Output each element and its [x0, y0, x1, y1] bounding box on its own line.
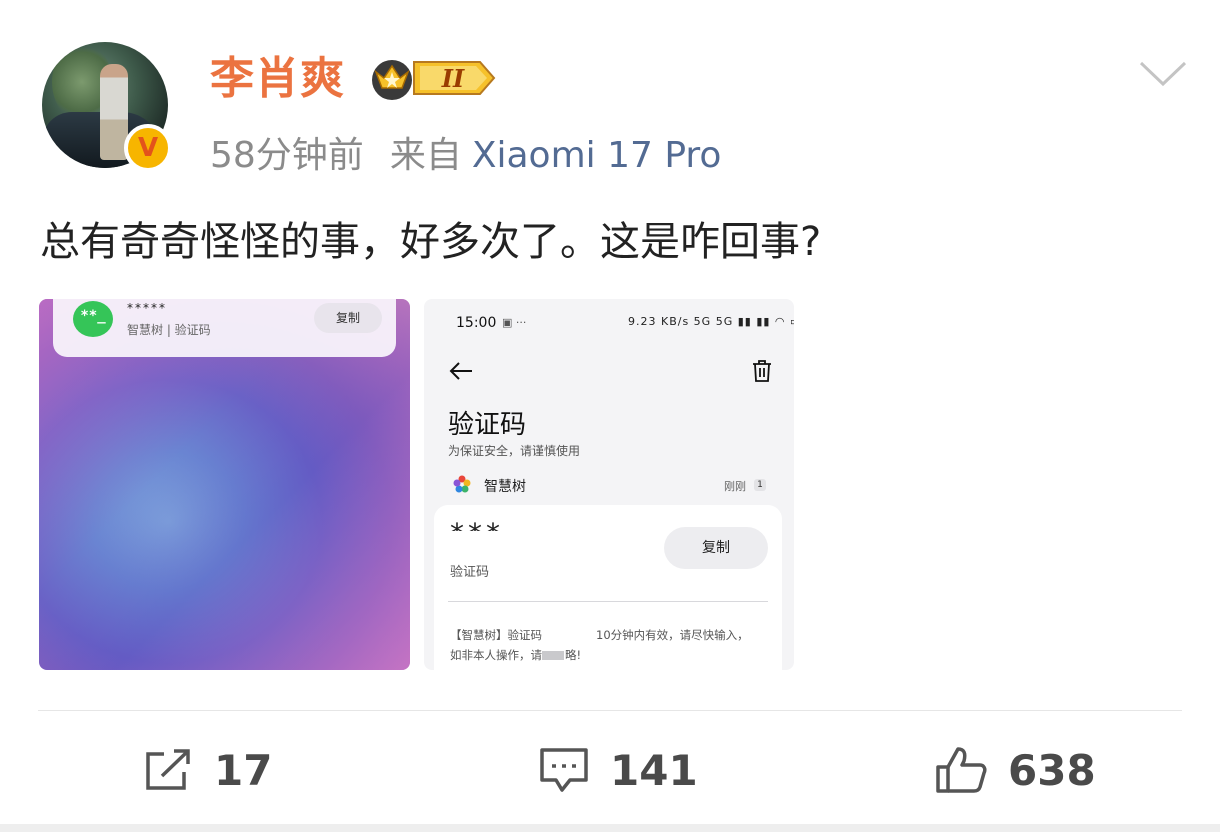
comment-icon	[540, 748, 588, 792]
back-arrow-icon	[449, 362, 472, 380]
vip-crown-icon[interactable]: II	[370, 54, 496, 102]
message-count: 1	[754, 479, 766, 491]
trash-icon	[753, 360, 771, 382]
username[interactable]: 李肖爽	[210, 52, 345, 106]
repost-icon	[146, 749, 190, 790]
comment-button[interactable]: 141	[538, 740, 698, 800]
chevron-down-icon[interactable]	[1138, 58, 1188, 90]
screen-title: 验证码	[448, 410, 527, 440]
post-time: 58分钟前	[210, 135, 364, 176]
post-image-1[interactable]: **_ ***** 智慧树 | 验证码 复制	[39, 299, 410, 670]
notification-subtitle: 智慧树 | 验证码	[127, 323, 211, 337]
repost-button[interactable]: 17	[144, 740, 272, 800]
code-card: *** 验证码 复制 【智慧树】验证码10分钟内有效，请尽快输入， 如非本人操作…	[434, 505, 782, 670]
notification-sender: *****	[127, 301, 167, 315]
status-bar-icons: 9.23 KB/s 5G 5G ▮▮ ▮▮ ◠ ▭	[628, 315, 794, 328]
notification-copy-button: 复制	[314, 303, 382, 333]
status-notification-icons: ▣ ···	[502, 316, 527, 329]
post-meta: 58分钟前 来自 Xiaomi 17 Pro	[210, 134, 721, 178]
verified-badge-icon: V	[124, 124, 172, 172]
verification-code: ***	[450, 517, 504, 531]
sms-message: 【智慧树】验证码 10分钟内有效，请尽快输入， 如非本人操作，请 略!	[450, 628, 749, 662]
copy-code-button: 复制	[664, 527, 768, 569]
like-button[interactable]: 638	[934, 740, 1096, 800]
repost-count: 17	[214, 745, 273, 795]
device-link[interactable]: Xiaomi 17 Pro	[472, 135, 722, 176]
post-text: 总有奇奇怪怪的事，好多次了。这是咋回事?	[40, 219, 822, 265]
post-image-2[interactable]: 15:00 ▣ ··· 9.23 KB/s 5G 5G ▮▮ ▮▮ ◠ ▭ 验证…	[424, 299, 794, 670]
received-time: 刚刚	[724, 480, 746, 493]
notification-banner: **_ ***** 智慧树 | 验证码 复制	[53, 299, 396, 357]
code-label: 验证码	[450, 565, 490, 580]
vip-level-label: II	[441, 64, 465, 93]
app-name: 智慧树	[484, 479, 526, 495]
network-speed: 9.23 KB/s 5G 5G	[628, 315, 734, 328]
screen-subtitle: 为保证安全，请谨慎使用	[448, 444, 581, 458]
bottom-separator	[0, 824, 1220, 832]
like-count: 638	[1008, 745, 1096, 795]
comment-count: 141	[610, 745, 698, 795]
source-label: 来自	[389, 135, 462, 176]
divider	[38, 710, 1182, 711]
status-time: 15:00	[456, 315, 497, 331]
thumbs-up-icon	[936, 747, 987, 793]
weibo-post: V 李肖爽 II 58分钟前 来自 Xiaomi 17 Pro 总有奇奇怪怪的事，好…	[0, 0, 1220, 832]
app-logo-icon	[453, 475, 471, 493]
message-icon: **_	[73, 301, 113, 337]
